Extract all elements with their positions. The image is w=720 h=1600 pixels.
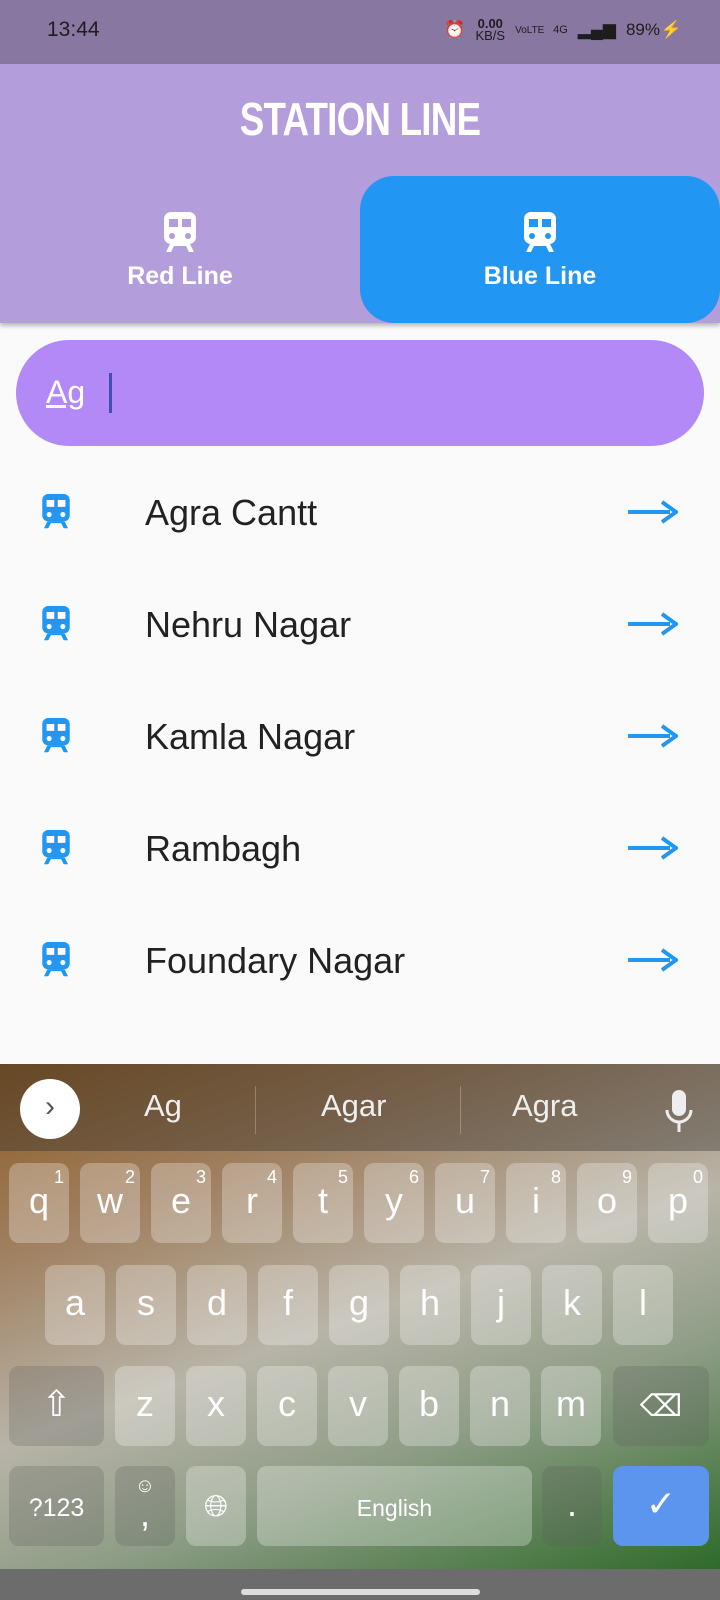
network-type: 4G xyxy=(553,24,568,36)
key-t[interactable]: t5 xyxy=(293,1163,353,1243)
tab-blue-line[interactable]: Blue Line xyxy=(360,176,720,323)
key-r[interactable]: r4 xyxy=(222,1163,282,1243)
tab-label: Blue Line xyxy=(483,262,597,290)
station-name: Kamla Nagar xyxy=(145,716,356,757)
key-s[interactable]: s xyxy=(116,1265,176,1345)
key-c[interactable]: c xyxy=(257,1366,317,1446)
key-d[interactable]: d xyxy=(187,1265,247,1345)
key-h[interactable]: h xyxy=(400,1265,460,1345)
key-w[interactable]: w2 xyxy=(80,1163,140,1243)
globe-icon: 🌐︎ xyxy=(204,1490,228,1523)
space-key[interactable]: English xyxy=(257,1466,532,1546)
arrow-right-icon[interactable] xyxy=(628,836,678,860)
train-icon xyxy=(524,212,556,252)
app-header: STATION LINE Red Line Blue Line xyxy=(0,64,720,323)
key-e[interactable]: e3 xyxy=(151,1163,211,1243)
text-cursor xyxy=(109,373,112,413)
status-time: 13:44 xyxy=(47,18,100,41)
key-j[interactable]: j xyxy=(471,1265,531,1345)
station-name: Agra Cantt xyxy=(145,492,318,533)
key-n[interactable]: n xyxy=(470,1366,530,1446)
symbols-key[interactable]: ?123 xyxy=(9,1466,104,1546)
search-value: Ag xyxy=(46,374,86,410)
key-k[interactable]: k xyxy=(542,1265,602,1345)
enter-key[interactable]: ✓ xyxy=(613,1466,709,1546)
period-key[interactable]: . xyxy=(542,1466,602,1546)
station-row[interactable]: Foundary Nagar xyxy=(0,904,720,1016)
arrow-right-icon[interactable] xyxy=(628,948,678,972)
station-row[interactable]: Rambagh xyxy=(0,792,720,904)
suggestion[interactable]: Agar xyxy=(321,1088,386,1124)
station-row[interactable]: Nehru Nagar xyxy=(0,568,720,680)
search-input[interactable]: Ag xyxy=(16,340,704,446)
microphone-icon[interactable] xyxy=(664,1090,694,1134)
backspace-key[interactable]: ⌫ xyxy=(613,1366,709,1446)
key-x[interactable]: x xyxy=(186,1366,246,1446)
train-icon xyxy=(42,830,70,865)
train-icon xyxy=(42,494,70,529)
arrow-right-icon[interactable] xyxy=(628,724,678,748)
suggestion[interactable]: Ag xyxy=(144,1088,182,1124)
key-y[interactable]: y6 xyxy=(364,1163,424,1243)
status-bar: 13:44 ⏰ 0.00 KB/S VoLTE 4G ▂▄▆ 89% ⚡ xyxy=(0,0,720,64)
home-indicator[interactable] xyxy=(241,1589,480,1595)
key-b[interactable]: b xyxy=(399,1366,459,1446)
key-o[interactable]: o9 xyxy=(577,1163,637,1243)
keyboard: › Ag Agar Agra q1w2e3r4t5y6u7i8o9p0 asdfg… xyxy=(0,1064,720,1569)
suggestion-bar: › Ag Agar Agra xyxy=(0,1064,720,1151)
train-icon xyxy=(42,942,70,977)
key-l[interactable]: l xyxy=(613,1265,673,1345)
tab-red-line[interactable]: Red Line xyxy=(0,176,360,323)
train-icon xyxy=(42,606,70,641)
train-icon xyxy=(164,212,196,252)
alarm-icon: ⏰ xyxy=(444,20,466,39)
key-i[interactable]: i8 xyxy=(506,1163,566,1243)
page-title: STATION LINE xyxy=(239,93,481,145)
volte-icon: VoLTE xyxy=(515,24,545,36)
key-a[interactable]: a xyxy=(45,1265,105,1345)
train-icon xyxy=(42,718,70,753)
arrow-right-icon[interactable] xyxy=(628,612,678,636)
navigation-bar xyxy=(0,1569,720,1600)
station-row[interactable]: Kamla Nagar xyxy=(0,680,720,792)
backspace-icon: ⌫ xyxy=(639,1390,683,1423)
comma-key[interactable]: ☺, xyxy=(115,1466,175,1546)
charging-icon: ⚡ xyxy=(660,20,682,39)
key-f[interactable]: f xyxy=(258,1265,318,1345)
expand-toolbar-button[interactable]: › xyxy=(20,1079,80,1139)
net-speed: 0.00 KB/S xyxy=(475,16,506,43)
shift-key[interactable]: ⇧ xyxy=(9,1366,104,1446)
check-icon: ✓ xyxy=(645,1483,677,1524)
signal-icon: ▂▄▆ xyxy=(577,20,616,39)
language-key[interactable]: 🌐︎ xyxy=(186,1466,246,1546)
key-q[interactable]: q1 xyxy=(9,1163,69,1243)
station-name: Rambagh xyxy=(145,828,302,869)
key-p[interactable]: p0 xyxy=(648,1163,708,1243)
tab-label: Red Line xyxy=(127,262,233,290)
arrow-right-icon[interactable] xyxy=(628,500,678,524)
key-u[interactable]: u7 xyxy=(435,1163,495,1243)
station-name: Nehru Nagar xyxy=(145,604,352,645)
station-name: Foundary Nagar xyxy=(145,940,406,981)
suggestion[interactable]: Agra xyxy=(512,1088,577,1124)
key-z[interactable]: z xyxy=(115,1366,175,1446)
battery-level: 89% xyxy=(625,20,660,39)
key-m[interactable]: m xyxy=(541,1366,601,1446)
station-row[interactable]: Agra Cantt xyxy=(0,456,720,568)
shift-icon: ⇧ xyxy=(41,1383,72,1424)
key-g[interactable]: g xyxy=(329,1265,389,1345)
key-v[interactable]: v xyxy=(328,1366,388,1446)
